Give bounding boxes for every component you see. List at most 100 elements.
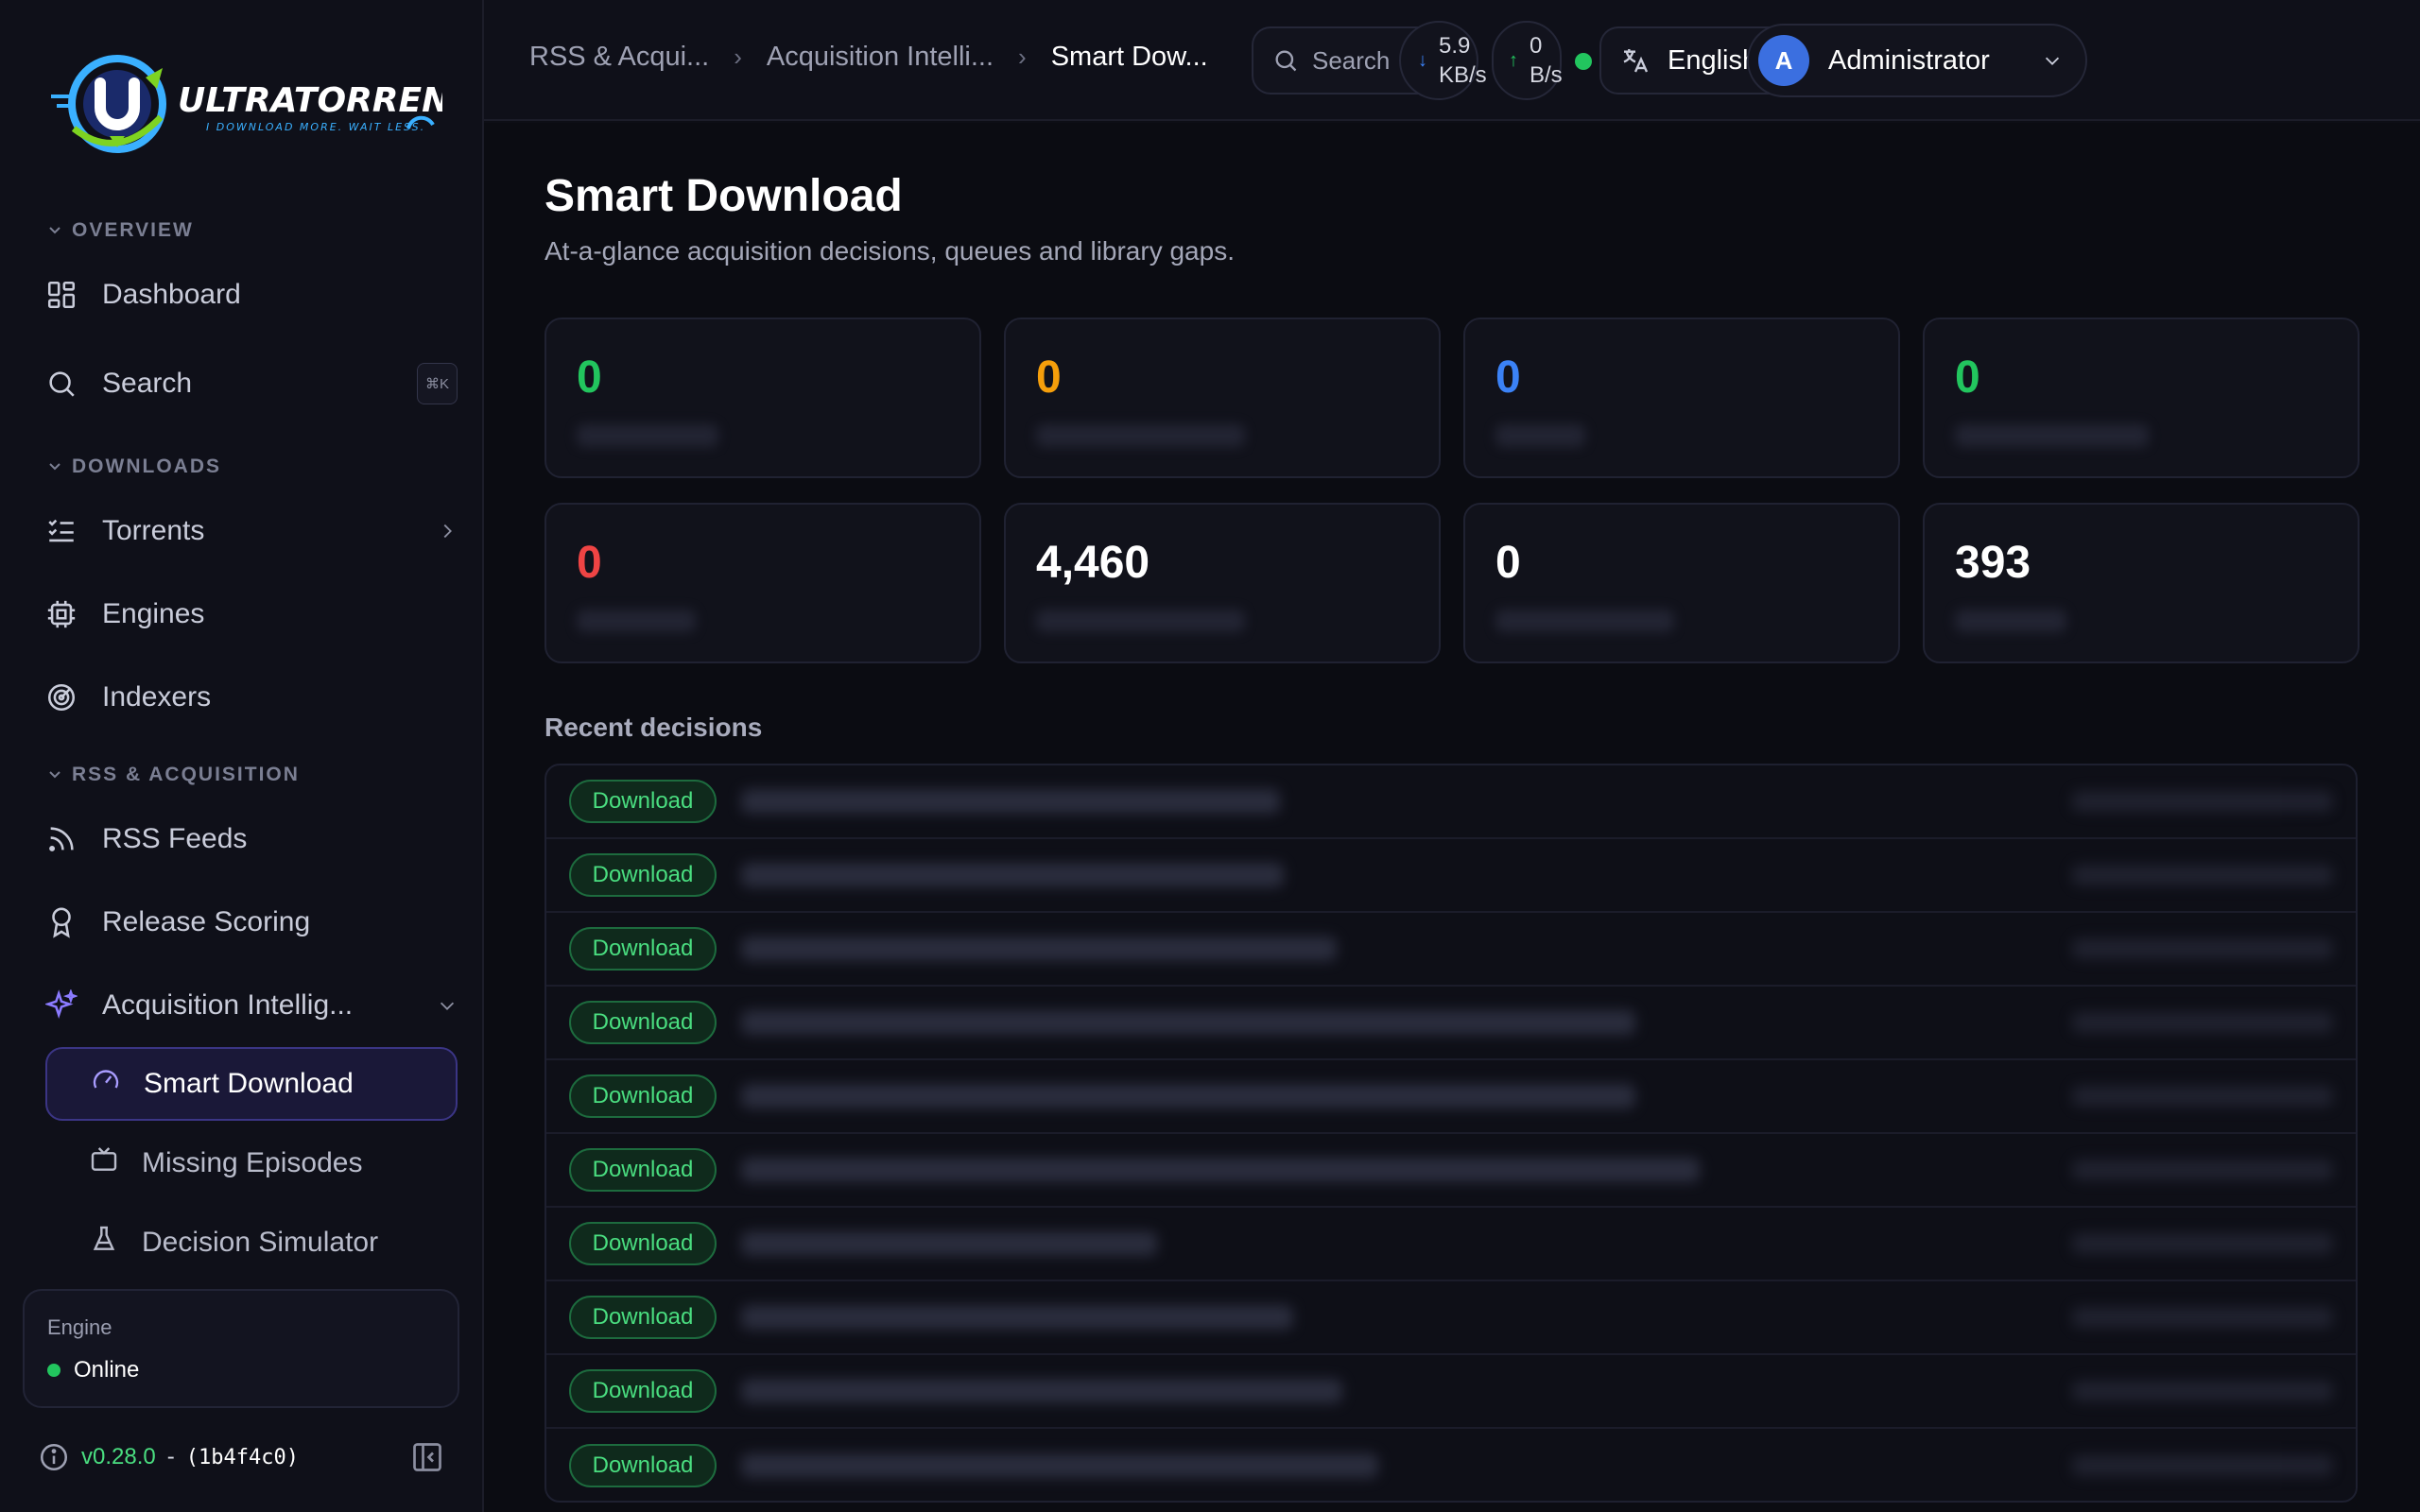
sidebar-item-missing-episodes[interactable]: Missing Episodes [45, 1126, 458, 1200]
timestamp-redacted [2072, 865, 2333, 885]
chevron-down-icon [49, 771, 60, 779]
sidebar-item-release-scoring[interactable]: Release Scoring [45, 886, 458, 958]
release-title-redacted [741, 1305, 1293, 1330]
decision-badge: Download [569, 1296, 717, 1339]
sidebar-item-label: Missing Episodes [142, 1147, 363, 1178]
stat-card[interactable]: 0 [1463, 318, 1900, 478]
table-row[interactable]: Download [546, 1429, 2356, 1501]
translate-icon [1623, 49, 1649, 73]
dashboard-icon [45, 279, 78, 311]
sidebar-item-indexers[interactable]: Indexers [45, 662, 458, 733]
sidebar-item-search[interactable]: Search ⌘K [45, 348, 458, 420]
download-rate-unit: KB/s [1439, 62, 1487, 88]
upload-rate[interactable]: ↑ 0 B/s [1492, 21, 1563, 100]
stat-label-redacted [577, 610, 697, 632]
stat-card[interactable]: 0 [544, 503, 981, 663]
table-row[interactable]: Download [546, 765, 2356, 839]
table-row[interactable]: Download [546, 1060, 2356, 1134]
release-title-redacted [741, 936, 1337, 961]
breadcrumb-item[interactable]: Acquisition Intelli... [767, 42, 994, 73]
status-dot-icon [47, 1364, 60, 1377]
sidebar-item-label: Indexers [102, 681, 212, 713]
rss-icon [45, 823, 78, 855]
decision-badge: Download [569, 1222, 717, 1265]
download-rate[interactable]: ↓ 5.9 KB/s [1399, 21, 1487, 100]
release-title-redacted [741, 1084, 1635, 1108]
info-icon[interactable] [38, 1441, 70, 1473]
upload-rate-value: 0 [1530, 32, 1543, 59]
brand-tagline: I DOWNLOAD MORE. WAIT LESS. [206, 121, 425, 133]
sidebar-item-label: RSS Feeds [102, 823, 248, 854]
sidebar-item-engines[interactable]: Engines [45, 578, 458, 650]
decision-badge: Download [569, 780, 717, 823]
sidebar-item-dashboard[interactable]: Dashboard [45, 259, 458, 331]
topbar: RSS & Acqui... › Acquisition Intelli... … [484, 0, 2420, 121]
sparkles-icon [45, 989, 78, 1022]
avatar: A [1758, 35, 1809, 86]
engine-status-card: Engine Online [23, 1289, 459, 1408]
version-hash: (1b4f4c0) [185, 1445, 299, 1469]
user-name: Administrator [1828, 44, 1990, 76]
arrow-down-icon: ↓ [1418, 50, 1427, 71]
stat-value: 0 [577, 352, 602, 403]
table-row[interactable]: Download [546, 1281, 2356, 1355]
sidebar-item-rss-feeds[interactable]: RSS Feeds [45, 803, 458, 875]
chevron-right-icon [437, 521, 458, 541]
upload-rate-unit: B/s [1530, 62, 1563, 88]
section-overview[interactable]: OVERVIEW [47, 219, 194, 242]
stat-card[interactable]: 4,460 [1004, 503, 1441, 663]
search-icon [1275, 50, 1297, 72]
engine-label: Engine [47, 1315, 112, 1339]
stat-card[interactable]: 0 [1004, 318, 1441, 478]
stat-card[interactable]: 0 [1923, 318, 2360, 478]
sidebar-item-decision-simulator[interactable]: Decision Simulator [45, 1206, 458, 1280]
section-rss[interactable]: RSS & ACQUISITION [47, 764, 300, 786]
decision-badge: Download [569, 1148, 717, 1192]
table-row[interactable]: Download [546, 1208, 2356, 1281]
stat-label-redacted [1036, 610, 1245, 632]
cpu-icon [45, 598, 78, 630]
ultratorrent-logo[interactable]: ULTRATORRENT I DOWNLOAD MORE. WAIT LESS. [45, 49, 442, 159]
collapse-sidebar-icon[interactable] [410, 1440, 444, 1474]
main-content: Smart Download At-a-glance acquisition d… [484, 123, 2420, 1512]
stat-value: 0 [577, 538, 602, 588]
sidebar-item-smart-download[interactable]: Smart Download [45, 1047, 458, 1121]
sidebar-item-torrents[interactable]: Torrents [45, 495, 458, 567]
table-row[interactable]: Download [546, 839, 2356, 913]
recent-decisions-list: Download Download Download Download Download… [544, 764, 2358, 1503]
timestamp-redacted [2072, 1455, 2333, 1476]
sidebar-item-acquisition[interactable]: Acquisition Intellig... [45, 970, 458, 1041]
stat-card[interactable]: 393 [1923, 503, 2360, 663]
recent-decisions-title: Recent decisions [544, 713, 763, 742]
page-subtitle: At-a-glance acquisition decisions, queue… [544, 236, 1235, 266]
brand-name: ULTRATORRENT [178, 81, 442, 120]
section-downloads[interactable]: DOWNLOADS [47, 455, 221, 478]
table-row[interactable]: Download [546, 987, 2356, 1060]
decision-badge: Download [569, 853, 717, 897]
timestamp-redacted [2072, 1160, 2333, 1180]
arrow-up-icon: ↑ [1509, 50, 1518, 71]
timestamp-redacted [2072, 1012, 2333, 1033]
stat-card[interactable]: 0 [544, 318, 981, 478]
user-menu[interactable]: A Administrator [1747, 24, 2087, 97]
release-title-redacted [741, 1231, 1157, 1256]
breadcrumb-item[interactable]: RSS & Acqui... [529, 42, 709, 73]
chevron-down-icon [437, 995, 458, 1016]
table-row[interactable]: Download [546, 913, 2356, 987]
release-title-redacted [741, 1158, 1700, 1182]
release-title-redacted [741, 1379, 1342, 1403]
radar-icon [45, 681, 78, 713]
breadcrumb: RSS & Acqui... › Acquisition Intelli... … [529, 42, 1208, 73]
stat-label-redacted [1495, 610, 1675, 632]
chevron-down-icon [49, 463, 60, 471]
award-icon [45, 906, 78, 938]
chevron-right-icon: › [734, 43, 742, 71]
breadcrumb-current: Smart Dow... [1050, 42, 1208, 72]
stat-value: 0 [1495, 538, 1521, 588]
version-number[interactable]: v0.28.0 [81, 1444, 156, 1470]
stat-card[interactable]: 0 [1463, 503, 1900, 663]
flask-icon [89, 1224, 119, 1262]
decision-badge: Download [569, 927, 717, 971]
table-row[interactable]: Download [546, 1134, 2356, 1208]
table-row[interactable]: Download [546, 1355, 2356, 1429]
